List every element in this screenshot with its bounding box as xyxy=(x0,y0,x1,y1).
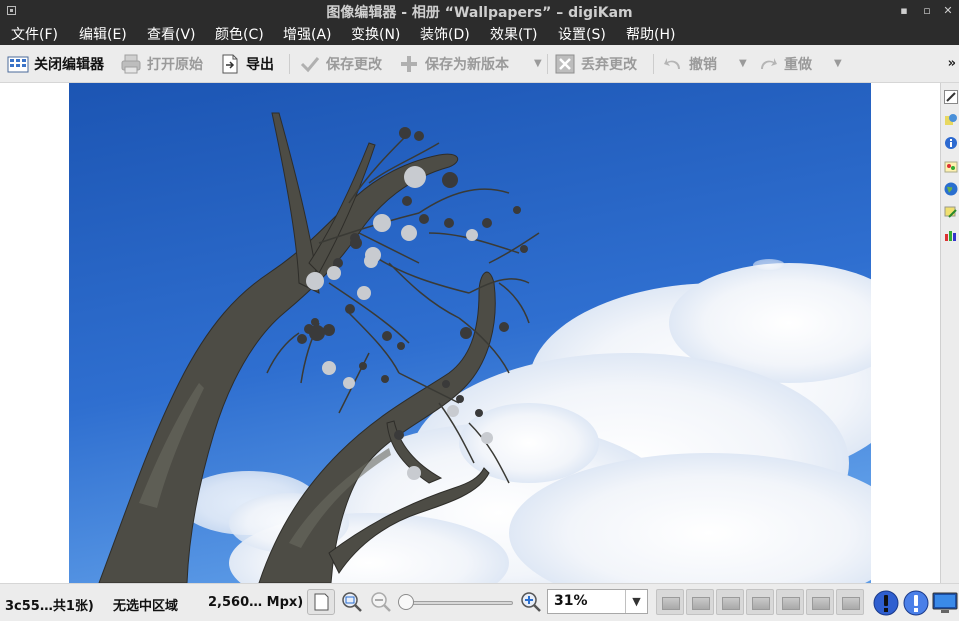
preview-split-horizontal-button[interactable] xyxy=(716,589,744,615)
export-label: 导出 xyxy=(246,57,274,73)
toolbar-overflow-button[interactable]: » xyxy=(948,56,956,71)
menu-enhance[interactable]: 增强(A) xyxy=(283,24,332,44)
zoom-slider-handle[interactable] xyxy=(398,594,414,610)
main-toolbar: 关闭编辑器 打开原始 导出 保存更改 保存为新版本 ▼ 丢弃更改 撤销 ▼ 重做… xyxy=(0,45,959,83)
selection-status-text: 无选中区域 xyxy=(113,599,179,614)
histogram-icon[interactable] xyxy=(944,227,958,241)
discard-changes-button[interactable]: 丢弃更改 xyxy=(554,51,637,77)
toolbar-separator xyxy=(547,54,548,74)
save-changes-label: 保存更改 xyxy=(326,57,382,73)
save-options-dropdown[interactable]: ▼ xyxy=(534,58,542,69)
zoom-dropdown-arrow[interactable]: ▼ xyxy=(625,590,647,613)
status-bar: 3c55…共1张) 无选中区域 2,560… Mpx) 31% ▼ xyxy=(0,583,959,621)
window-title: 图像编辑器 - 相册 “Wallpapers” – digiKam xyxy=(326,5,633,21)
right-sidebar-tabs xyxy=(940,83,959,583)
printer-icon xyxy=(120,53,142,75)
undo-label: 撤销 xyxy=(689,57,717,73)
export-button[interactable]: 导出 xyxy=(219,51,274,77)
zoom-level-value: 31% xyxy=(554,593,588,609)
monitor-icon xyxy=(932,592,958,613)
menu-effects[interactable]: 效果(T) xyxy=(490,24,537,44)
menu-settings[interactable]: 设置(S) xyxy=(558,24,606,44)
open-original-label: 打开原始 xyxy=(147,57,203,73)
redo-history-dropdown[interactable]: ▼ xyxy=(834,58,842,69)
image-size-text: 2,560… Mpx) xyxy=(208,595,304,610)
menu-transform[interactable]: 变换(N) xyxy=(351,24,400,44)
preview-split-vertical-button[interactable] xyxy=(686,589,714,615)
properties-tag-icon[interactable] xyxy=(944,112,958,126)
tags-edit-icon[interactable] xyxy=(944,204,958,218)
color-managed-view-button[interactable] xyxy=(931,589,959,617)
redo-label: 重做 xyxy=(784,57,812,73)
undo-history-dropdown[interactable]: ▼ xyxy=(739,58,747,69)
close-editor-label: 关闭编辑器 xyxy=(34,57,104,73)
image-canvas[interactable] xyxy=(0,83,940,583)
preview-side-by-side-button[interactable] xyxy=(746,589,774,615)
menu-help[interactable]: 帮助(H) xyxy=(626,24,675,44)
overexposure-indicator-button[interactable] xyxy=(902,589,930,617)
minimize-button[interactable]: ▪ xyxy=(895,2,913,20)
underexposure-indicator-button[interactable] xyxy=(872,589,900,617)
navigation-panel-button[interactable] xyxy=(307,589,335,615)
save-as-new-version-button[interactable]: 保存为新版本 xyxy=(398,51,509,77)
globe-icon[interactable] xyxy=(944,181,958,196)
discard-changes-label: 丢弃更改 xyxy=(581,57,637,73)
redo-button[interactable]: 重做 xyxy=(757,51,812,77)
exclamation-icon xyxy=(873,590,899,616)
checkmark-icon xyxy=(299,53,321,75)
zoom-fit-icon xyxy=(342,592,362,612)
menu-decorate[interactable]: 装饰(D) xyxy=(420,24,470,44)
colors-palette-icon[interactable] xyxy=(944,158,958,173)
zoom-level-combobox[interactable]: 31% ▼ xyxy=(547,589,648,614)
undo-button[interactable]: 撤销 xyxy=(662,51,717,77)
menu-edit[interactable]: 编辑(E) xyxy=(79,24,127,44)
open-original-button[interactable]: 打开原始 xyxy=(120,51,203,77)
zoom-out-icon xyxy=(371,592,391,612)
export-document-icon xyxy=(219,53,241,75)
info-icon[interactable] xyxy=(944,135,958,149)
preview-duplicate-button[interactable] xyxy=(776,589,804,615)
toolbar-separator xyxy=(289,54,290,74)
thumbnail-grid-icon xyxy=(7,53,29,75)
preview-original-button[interactable] xyxy=(656,589,684,615)
edited-image xyxy=(69,83,871,583)
menu-bar: 文件(F) 编辑(E) 查看(V) 颜色(C) 增强(A) 变换(N) 装饰(D… xyxy=(0,22,959,45)
tools-pen-icon[interactable] xyxy=(944,89,958,104)
preview-target-button[interactable] xyxy=(806,589,834,615)
zoom-slider-track[interactable] xyxy=(401,601,513,605)
menu-color[interactable]: 颜色(C) xyxy=(215,24,264,44)
zoom-out-button[interactable] xyxy=(368,589,396,617)
menu-view[interactable]: 查看(V) xyxy=(147,24,196,44)
file-info-text: 3c55…共1张) xyxy=(5,599,94,614)
zoom-in-button[interactable] xyxy=(518,589,546,617)
zoom-in-icon xyxy=(521,592,541,612)
preview-mouse-over-button[interactable] xyxy=(836,589,864,615)
zoom-fit-button[interactable] xyxy=(339,589,367,617)
undo-arrow-icon xyxy=(662,53,684,75)
save-changes-button[interactable]: 保存更改 xyxy=(299,51,382,77)
close-editor-button[interactable]: 关闭编辑器 xyxy=(7,51,104,77)
close-window-button[interactable]: ✕ xyxy=(939,2,957,20)
exclamation-icon xyxy=(903,590,929,616)
menu-file[interactable]: 文件(F) xyxy=(11,24,58,44)
maximize-button[interactable]: ▫ xyxy=(918,2,936,20)
plus-icon xyxy=(398,53,420,75)
page-icon xyxy=(314,593,329,611)
toolbar-separator xyxy=(653,54,654,74)
save-as-new-version-label: 保存为新版本 xyxy=(425,57,509,73)
discard-x-icon xyxy=(554,53,576,75)
redo-arrow-icon xyxy=(757,53,779,75)
title-bar: 图像编辑器 - 相册 “Wallpapers” – digiKam ▪ ▫ ✕ xyxy=(0,0,959,22)
